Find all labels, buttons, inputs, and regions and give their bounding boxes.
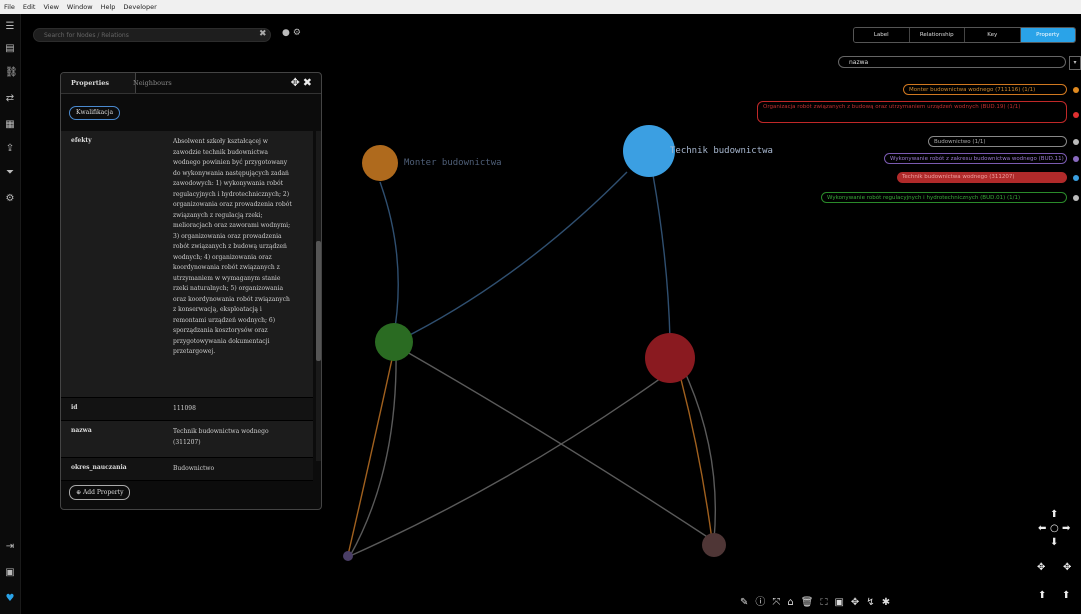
panel-tabs: Properties Neighbours ✥✖: [61, 73, 321, 94]
edge-red-brown-grey: [681, 365, 717, 541]
edge-red-brown-orange: [677, 367, 713, 541]
legend-dot: [1073, 156, 1079, 162]
properties-table: efekty Absolwent szkoły kształcącej w za…: [61, 131, 313, 481]
expand-all-icon[interactable]: ⬆: [1062, 590, 1070, 601]
settings-icon[interactable]: ✥: [851, 597, 866, 608]
property-value: Absolwent szkoły kształcącej w zawodzie …: [173, 138, 292, 355]
node-small-brown[interactable]: [702, 533, 726, 557]
edge-orange-green: [379, 181, 399, 341]
legend-item[interactable]: Wykonywanie robót z zakresu budownictwa …: [884, 153, 1067, 164]
filter-tab-key[interactable]: Key: [965, 28, 1021, 42]
legend-item[interactable]: Wykonywanie robót regulacyjnych i hydrot…: [821, 192, 1067, 203]
info-icon[interactable]: ⓘ: [755, 597, 772, 608]
chevron-down-icon[interactable]: ▾: [1069, 56, 1081, 70]
properties-panel: Properties Neighbours ✥✖ Kwalifikacja ef…: [60, 72, 322, 510]
legend-dot: [1073, 195, 1079, 201]
legend-dot: [1073, 112, 1079, 118]
fullscreen-icon[interactable]: ⛶: [820, 597, 834, 608]
field-select[interactable]: nazwa: [838, 56, 1066, 68]
filter-tab-relationship[interactable]: Relationship: [909, 28, 965, 42]
property-row[interactable]: id 111098: [61, 398, 313, 421]
legend-dot: [1073, 139, 1079, 145]
property-row[interactable]: okres_nauczania Budownictwo: [61, 458, 313, 481]
tab-neighbours[interactable]: Neighbours: [123, 73, 182, 93]
expand-icon[interactable]: ⤧: [772, 597, 787, 608]
edge-blue-green: [399, 171, 628, 341]
legend-item[interactable]: Monter budownictwa wodnego (711116) (1/1…: [903, 84, 1067, 95]
edge-red-purple: [349, 367, 676, 557]
pan-down-icon[interactable]: ⬇: [1050, 537, 1058, 548]
node-orange[interactable]: [362, 145, 398, 181]
property-row[interactable]: nazwa Technik budownictwa wodnego (31120…: [61, 421, 313, 458]
node-green[interactable]: [375, 323, 413, 361]
edit-icon[interactable]: ✎: [740, 597, 755, 608]
plus-circle-icon: ⊕: [76, 489, 82, 496]
tag-icon[interactable]: ⌂: [787, 597, 800, 608]
fit-icon[interactable]: ⬆: [1038, 590, 1046, 601]
add-property-button[interactable]: ⊕ Add Property: [69, 485, 131, 500]
node-blue[interactable]: [623, 125, 675, 177]
property-row[interactable]: efekty Absolwent szkoły kształcącej w za…: [61, 131, 313, 398]
legend-item[interactable]: Organizacja robót związanych z budową or…: [757, 101, 1067, 123]
screenshot-icon[interactable]: ▣: [834, 597, 850, 608]
node-red[interactable]: [645, 333, 695, 383]
property-key: efekty: [71, 137, 92, 144]
legend-item[interactable]: Budownictwo (1/1): [928, 136, 1067, 147]
property-value: Technik budownictwa wodnego (311207): [173, 428, 269, 446]
panel-scrollbar[interactable]: [316, 131, 321, 461]
filter-tab-property[interactable]: Property: [1020, 28, 1075, 42]
add-property-label: Add Property: [82, 489, 124, 496]
close-icon[interactable]: ✖: [303, 76, 315, 89]
bottom-toolbar: ✎ⓘ⤧⌂🗑⛶▣✥↯✱: [740, 593, 897, 608]
bug-icon[interactable]: ✱: [882, 597, 897, 608]
share-icon[interactable]: ↯: [866, 597, 881, 608]
property-key: okres_nauczania: [71, 464, 127, 471]
property-value: Budownictwo: [173, 465, 215, 472]
node-label-blue: Technik budownictwa: [670, 146, 773, 156]
move-icon[interactable]: ✥: [291, 76, 303, 89]
delete-icon[interactable]: 🗑: [801, 597, 821, 608]
pan-up-icon[interactable]: ⬆: [1050, 509, 1058, 520]
label-chip[interactable]: Kwalifikacja: [69, 106, 121, 120]
center-icon[interactable]: ○: [1050, 523, 1059, 534]
filter-tab-label[interactable]: Label: [854, 28, 910, 42]
scrollbar-thumb[interactable]: [316, 241, 321, 361]
legend-item-selected[interactable]: Technik budownictwa wodnego (311207): [897, 172, 1067, 183]
pan-right-icon[interactable]: ➡: [1062, 523, 1070, 534]
property-key: nazwa: [71, 427, 92, 434]
zoom-in-icon[interactable]: ✥: [1037, 562, 1045, 573]
pan-left-icon[interactable]: ⬅: [1038, 523, 1046, 534]
property-key: id: [71, 404, 78, 411]
zoom-out-icon[interactable]: ✥: [1063, 562, 1071, 573]
legend-dot: [1073, 87, 1079, 93]
property-value: 111098: [173, 405, 196, 412]
node-label-orange: Monter budownictwa: [404, 158, 502, 168]
filter-tabs: Label Relationship Key Property: [853, 27, 1076, 43]
edge-blue-red: [652, 174, 671, 341]
edge-green-purple-grey: [349, 349, 397, 557]
panel-controls: ✥✖: [291, 76, 315, 89]
legend-dot: [1073, 175, 1079, 181]
node-small-purple[interactable]: [343, 551, 353, 561]
